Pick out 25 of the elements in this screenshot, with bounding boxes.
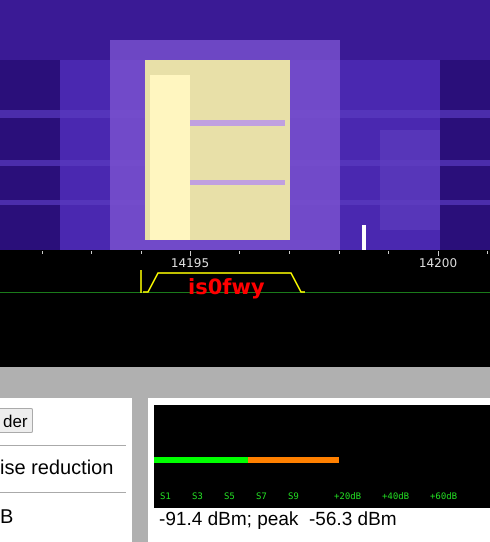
- frequency-label: 14200: [418, 255, 458, 272]
- tick-mark: [141, 251, 142, 254]
- scale-label: S5: [224, 490, 236, 504]
- signal-reading: -91.4 dBm; peak -56.3 dBm: [159, 508, 398, 532]
- tick-mark: [487, 251, 488, 254]
- tick-mark: [239, 251, 240, 254]
- scale-label: S3: [192, 490, 204, 504]
- scale-label: S1: [160, 490, 172, 504]
- tick-mark: [388, 251, 389, 254]
- scale-label: +40dB: [382, 490, 410, 504]
- station-label: is0fwy: [188, 277, 265, 298]
- tick-mark: [438, 251, 439, 256]
- tick-mark: [190, 251, 191, 256]
- button[interactable]: der: [0, 408, 33, 433]
- option-label: ise reduction: [0, 456, 114, 480]
- tick-mark: [91, 251, 92, 254]
- scale-label: S7: [256, 490, 268, 504]
- scale-label: +20dB: [334, 490, 362, 504]
- scale-label: S9: [288, 490, 300, 504]
- value-text: B: [0, 505, 14, 529]
- tick-mark: [289, 251, 290, 254]
- tick-mark: [42, 251, 43, 254]
- frequency-label: 14195: [170, 255, 210, 272]
- tick-mark: [339, 251, 340, 254]
- scale-label: +60dB: [430, 490, 458, 504]
